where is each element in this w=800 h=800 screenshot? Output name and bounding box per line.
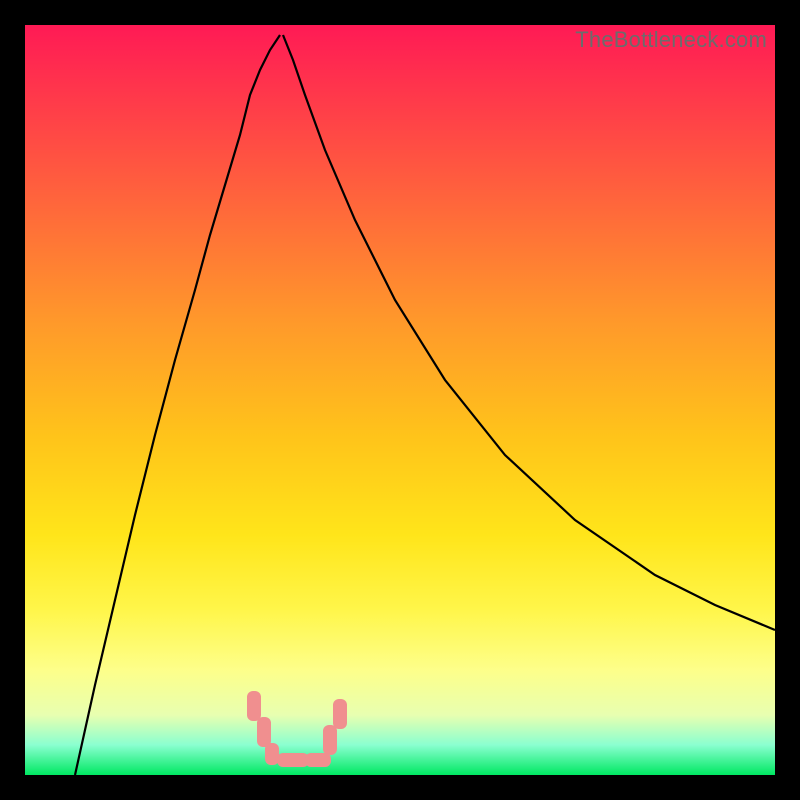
left-curve [75,35,280,775]
marker-left-top [247,691,261,721]
right-curve [283,35,775,630]
marker-right-lower [323,725,337,755]
marker-right-upper [333,699,347,729]
curves-svg [25,25,775,775]
plot-area: TheBottleneck.com [25,25,775,775]
marker-bottom-3 [305,753,331,767]
